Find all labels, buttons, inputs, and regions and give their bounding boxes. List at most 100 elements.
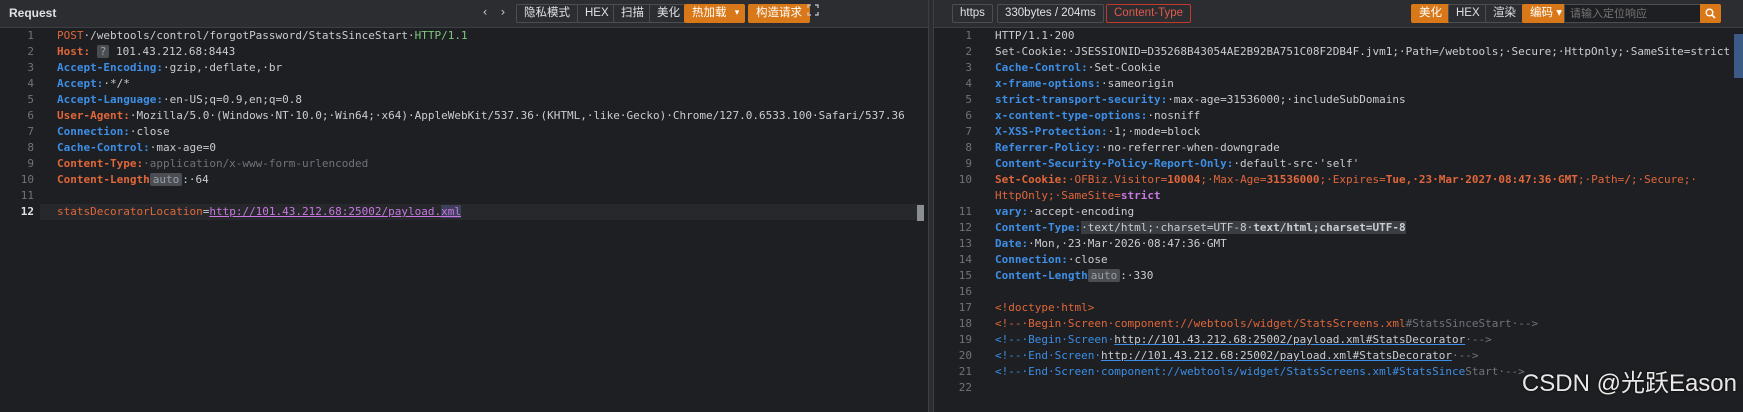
hot-load-dropdown-icon[interactable]: ▾	[729, 4, 745, 23]
cookie-attr: HttpOnly	[995, 189, 1048, 202]
line-number: 5	[27, 93, 34, 106]
line-number: 10	[958, 173, 972, 186]
response-hex-button[interactable]: HEX	[1448, 4, 1488, 23]
header-value: ·no-referrer-when-downgrade	[1100, 141, 1280, 154]
line-number: 2	[965, 45, 972, 58]
header-key: X-XSS-Protection:	[995, 125, 1108, 138]
header-value: 101.43.212.68:8443	[109, 45, 236, 58]
cookie-attr: ;·SameSite=	[1047, 189, 1121, 202]
hex-button[interactable]: HEX	[577, 4, 617, 23]
cookie-value: strict	[1120, 189, 1161, 202]
line-number: 9	[27, 157, 34, 170]
response-line-19: 19 <!--·Begin·Screen·http://101.43.212.68…	[934, 332, 1743, 348]
header-value: ·nosniff	[1147, 109, 1201, 122]
comment-link[interactable]: http://101.43.212.68:25002/payload.xml#S…	[1101, 349, 1452, 362]
forward-arrow-icon[interactable]: ›	[495, 4, 511, 23]
response-line-11: 11 vary:·accept-encoding	[934, 204, 1743, 220]
header-value: ·gzip,·deflate,·br	[162, 61, 283, 74]
request-line-1: 1 POST·/webtools/control/forgotPassword/S…	[0, 28, 924, 44]
line-number: 6	[965, 109, 972, 122]
html-comment-tail: ·-->	[1451, 349, 1479, 362]
doctype: <!doctype·html>	[995, 301, 1095, 314]
request-line-10: 10 Content-Length auto:·64	[0, 172, 924, 188]
render-button[interactable]: 渲染	[1485, 4, 1524, 23]
header-value: ·max-age=31536000;·includeSubDomains	[1167, 93, 1406, 106]
header-value: ·1;·mode=block	[1107, 125, 1201, 138]
response-beautify-button[interactable]: 美化	[1411, 4, 1450, 23]
header-value: ·Set-Cookie	[1087, 61, 1161, 74]
header-value: ·default-src·'self'	[1233, 157, 1360, 170]
header-key: Date:	[995, 237, 1029, 250]
response-line-16: 16	[934, 284, 1743, 300]
auto-badge[interactable]: auto	[149, 173, 183, 186]
line-number: 7	[27, 125, 34, 138]
scan-button[interactable]: 扫描	[613, 4, 652, 23]
response-toolbar: https 330bytes / 204ms Content-Type 美化 H…	[934, 0, 1743, 28]
body-param-value: http://101.43.212.68:25002/payload.	[209, 205, 442, 218]
response-line-14: 14 Connection:·close	[934, 252, 1743, 268]
request-line-8: 8 Cache-Control:·max-age=0	[0, 140, 924, 156]
encode-dropdown[interactable]: 编码 ▾	[1522, 4, 1570, 23]
response-line-9: 9 Content-Security-Policy-Report-Only:·de…	[934, 156, 1743, 172]
html-comment: <!--·Begin·Screen·	[995, 333, 1115, 346]
response-line-4: 4 x-frame-options:·sameorigin	[934, 76, 1743, 92]
header-value: :·330	[1120, 269, 1154, 282]
back-arrow-icon[interactable]: ‹	[477, 4, 493, 23]
line-number: 4	[965, 77, 972, 90]
private-mode-button[interactable]: 隐私模式	[516, 4, 578, 23]
auto-badge[interactable]: auto	[1087, 269, 1121, 282]
comment-link[interactable]: http://101.43.212.68:25002/payload.xml#S…	[1114, 333, 1465, 346]
line-number: 5	[965, 93, 972, 106]
request-editor[interactable]: 1 POST·/webtools/control/forgotPassword/S…	[0, 28, 924, 412]
header-key: x-content-type-options:	[995, 109, 1148, 122]
line-number: 12	[958, 221, 972, 234]
body-param-key: statsDecoratorLocation	[57, 205, 203, 218]
search-button[interactable]	[1700, 4, 1721, 23]
header-key: Host:	[57, 45, 91, 58]
watermark: CSDN @光跃Eason	[1521, 370, 1737, 397]
response-line-10: 10 Set-Cookie:·OFBiz.Visitor=10004;·Max-A…	[934, 172, 1743, 188]
line-number: 15	[958, 269, 972, 282]
hot-load-button[interactable]: 热加载	[684, 4, 735, 23]
response-line-5: 5 strict-transport-security:·max-age=3153…	[934, 92, 1743, 108]
line-number: 21	[958, 365, 972, 378]
header-value: ·text/html;·charset=UTF-8·	[1081, 221, 1254, 234]
method: POST	[57, 29, 84, 42]
line-number: 10	[20, 173, 34, 186]
line-number: 8	[27, 141, 34, 154]
response-editor[interactable]: 1 HTTP/1.1·200 2 Set-Cookie:·JSESSIONID=D3…	[934, 28, 1743, 412]
line-number: 16	[958, 285, 972, 298]
request-line-6: 6 User-Agent:·Mozilla/5.0·(Windows·NT·10.…	[0, 108, 924, 124]
cookie-attr: ;·Expires=	[1319, 173, 1386, 186]
beautify-button[interactable]: 美化	[649, 4, 688, 23]
set-cookie-line: Set-Cookie:·JSESSIONID=D35268B43054AE2B9…	[995, 45, 1731, 58]
request-title: Request	[9, 6, 57, 20]
build-request-button[interactable]: 构造请求	[748, 4, 810, 23]
header-key: Content-Type:	[57, 157, 144, 170]
line-number: 1	[27, 29, 34, 42]
cookie-value: /	[1624, 173, 1631, 186]
request-line-4: 4 Accept:·*/*	[0, 76, 924, 92]
line-number: 17	[958, 301, 972, 314]
header-value: ·max-age=0	[149, 141, 216, 154]
line-number: 1	[965, 29, 972, 42]
header-key: Content-Length	[57, 173, 150, 186]
response-line-1: 1 HTTP/1.1·200	[934, 28, 1743, 44]
line-number: 14	[958, 253, 972, 266]
html-comment: <!--·End·Screen·component://webtools/wid…	[995, 365, 1466, 378]
host-help-badge[interactable]: ?	[96, 45, 110, 58]
request-path: ·/webtools/control/forgotPassword/StatsS…	[83, 29, 415, 42]
line-number: 3	[965, 61, 972, 74]
response-search-input[interactable]	[1564, 4, 1702, 23]
status-line: HTTP/1.1·200	[995, 29, 1075, 42]
line-number: 8	[965, 141, 972, 154]
header-key: Connection:	[57, 125, 130, 138]
content-type-badge[interactable]: Content-Type	[1106, 4, 1192, 23]
request-line-9: 9 Content-Type:·application/x-www-form-ur…	[0, 156, 924, 172]
line-number: 19	[958, 333, 972, 346]
body-param-value-selected: xml	[441, 205, 461, 218]
header-key: Connection:	[995, 253, 1068, 266]
response-line-3: 3 Cache-Control:·Set-Cookie	[934, 60, 1743, 76]
expand-icon[interactable]	[805, 4, 821, 23]
header-key: Accept:	[57, 77, 104, 90]
